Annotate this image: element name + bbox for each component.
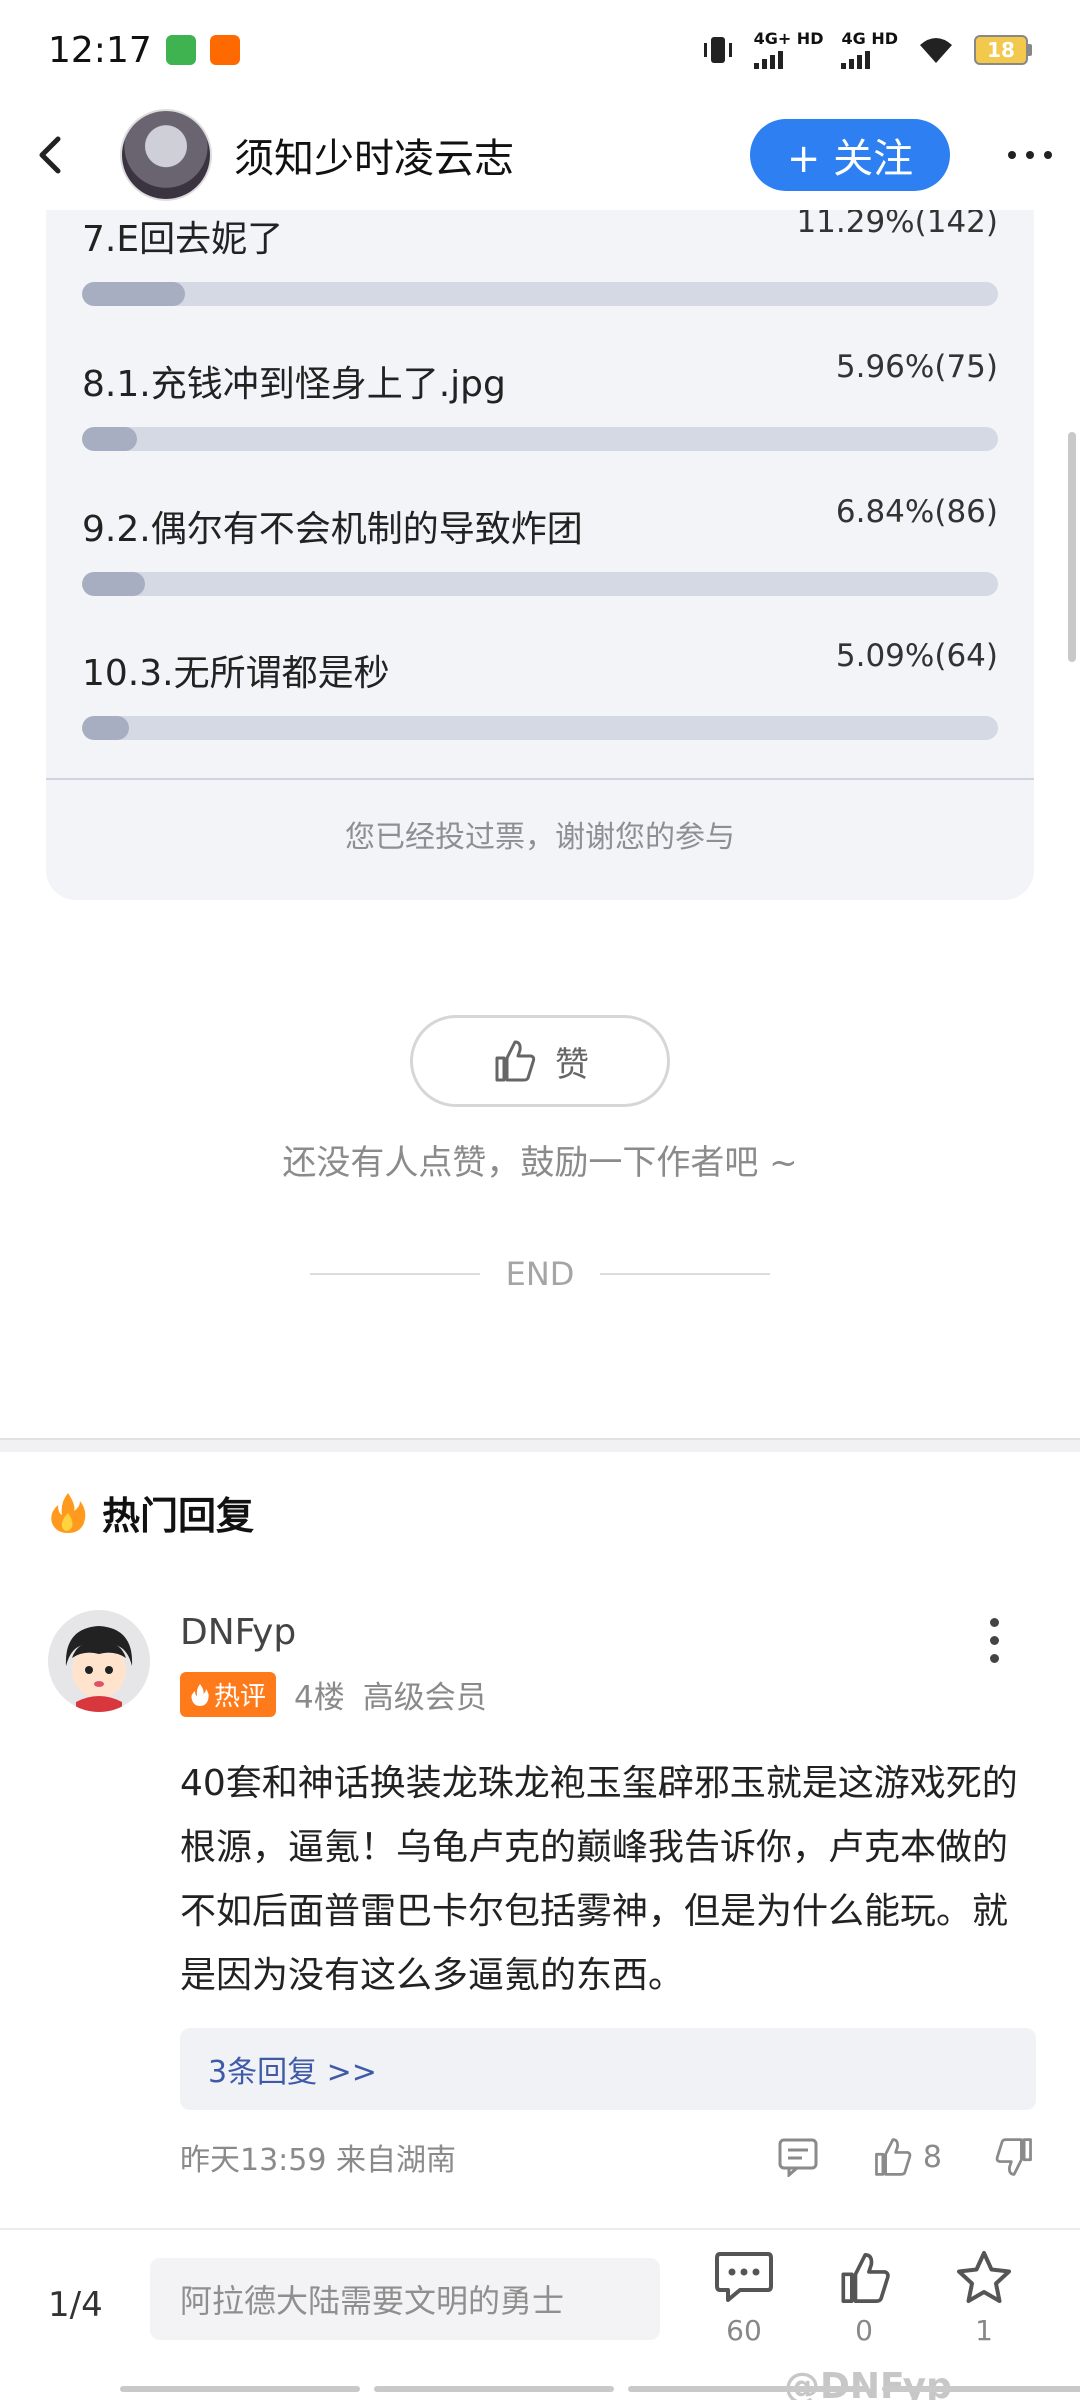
thumbs-up-icon [841, 2253, 890, 2303]
reply-comment-button[interactable] [777, 2137, 819, 2177]
signal-2-icon [841, 47, 871, 69]
hot-comment-badge: 热评 [180, 1672, 277, 1717]
scrollbar[interactable] [1068, 432, 1076, 662]
more-options-icon[interactable] [1008, 151, 1052, 159]
poll-bar-fill [82, 282, 186, 306]
thumbs-up-icon [495, 1040, 536, 1082]
star-icon [957, 2251, 1011, 2303]
reply-username[interactable]: DNFyp [180, 1612, 296, 1653]
flame-icon [191, 1683, 209, 1706]
thumbs-down-icon [995, 2138, 1032, 2176]
like-post-button[interactable]: 赞 [410, 1015, 670, 1107]
favorite-button[interactable]: 1 [944, 2250, 1024, 2347]
post-like-count: 0 [855, 2314, 873, 2347]
status-time: 12:17 [48, 29, 152, 71]
reply-footer: 昨天13:59 来自湖南 8 [180, 2135, 1036, 2179]
video-app-icon [165, 35, 196, 65]
reply-avatar[interactable] [48, 1610, 150, 1712]
battery-icon: 18 [974, 35, 1032, 65]
cartoon-avatar-icon [48, 1610, 150, 1712]
reply-member-level: 高级会员 [362, 1680, 487, 1716]
end-line-right [600, 1273, 771, 1275]
poll-card: 7.E回去妮了 11.29%(142) 8.1.充钱冲到怪身上了.jpg 5.9… [46, 200, 1034, 900]
like-hint-text: 还没有人点赞，鼓励一下作者吧 ~ [282, 1143, 798, 1183]
view-sub-replies-link[interactable]: 3条回复 >> [180, 2028, 1036, 2110]
section-divider [0, 1438, 1080, 1452]
hot-badge-label: 热评 [214, 1682, 267, 1712]
poll-option-label: 9.2.偶尔有不会机制的导致炸团 [82, 509, 583, 550]
poll-option-label: 7.E回去妮了 [82, 219, 284, 260]
top-header: 须知少时凌云志 + 关注 [0, 100, 1080, 210]
hot-replies-title: 热门回复 [102, 1494, 255, 1538]
reply-like-button[interactable]: 8 [871, 2136, 942, 2178]
author-avatar[interactable] [120, 109, 212, 201]
watermark: @DNFyp [784, 2366, 952, 2400]
reply-time-location: 昨天13:59 来自湖南 [180, 2143, 456, 2178]
comment-icon [778, 2138, 818, 2177]
reply-meta: 热评 4楼 高级会员 [180, 1672, 487, 1717]
reply-floor: 4楼 [294, 1680, 345, 1716]
poll-option-percent: 5.09%(64) [835, 638, 998, 674]
author-name[interactable]: 须知少时凌云志 [234, 126, 514, 184]
poll-option-label: 8.1.充钱冲到怪身上了.jpg [82, 364, 506, 405]
poll-voted-notice: 您已经投过票，谢谢您的参与 [345, 820, 735, 855]
signal-1-icon [753, 47, 783, 69]
reply-dislike-button[interactable] [994, 2136, 1036, 2178]
wifi-icon [920, 38, 952, 63]
poll-divider [46, 778, 1034, 780]
poll-option-label: 10.3.无所谓都是秒 [82, 653, 390, 694]
poll-option-percent: 5.96%(75) [835, 349, 998, 385]
poll-option-percent: 6.84%(86) [835, 494, 998, 530]
system-nav-handle[interactable] [120, 2386, 1080, 2392]
thumbs-up-icon [875, 2138, 912, 2176]
vibrate-icon [703, 37, 732, 63]
network-2-label: 4G HD [841, 29, 898, 48]
reply-like-count: 8 [922, 2139, 942, 2175]
network-1-label: 4G+ HD [753, 29, 824, 48]
favorite-count: 1 [975, 2314, 993, 2347]
comment-bubble-icon [715, 2252, 773, 2302]
like-label: 赞 [555, 1044, 589, 1085]
poll-bar-fill [82, 427, 137, 451]
end-marker: END [0, 1255, 1080, 1293]
poll-bar-track [82, 572, 998, 596]
poll-bar-track [82, 716, 998, 740]
poll-bar-track [82, 282, 998, 306]
post-like-button[interactable]: 0 [824, 2250, 904, 2347]
flame-icon [51, 1492, 86, 1533]
comments-count: 60 [726, 2314, 762, 2347]
poll-bar-track [82, 427, 998, 451]
follow-button[interactable]: + 关注 [750, 119, 950, 191]
end-label: END [505, 1255, 575, 1293]
taobao-app-icon [209, 35, 240, 65]
page-indicator[interactable]: 1/4 [48, 2285, 103, 2325]
comment-input[interactable]: 阿拉德大陆需要文明的勇士 [150, 2258, 660, 2340]
status-bar: 12:17 4G+ HD 4G HD 18 [0, 0, 1080, 100]
hot-replies-header: 热门回复 [48, 1485, 254, 1540]
back-button[interactable] [28, 133, 72, 177]
reply-body-text: 40套和神话换装龙珠龙袍玉玺辟邪玉就是这游戏死的根源，逼氪！乌龟卢克的巅峰我告诉… [180, 1763, 1018, 1996]
reply-more-options-icon[interactable] [990, 1618, 999, 1663]
battery-level: 18 [974, 35, 1028, 65]
end-line-left [309, 1273, 480, 1275]
poll-bar-fill [82, 716, 129, 740]
poll-bar-fill [82, 572, 145, 596]
chevron-left-icon [39, 136, 61, 174]
comments-button[interactable]: 60 [704, 2250, 784, 2347]
